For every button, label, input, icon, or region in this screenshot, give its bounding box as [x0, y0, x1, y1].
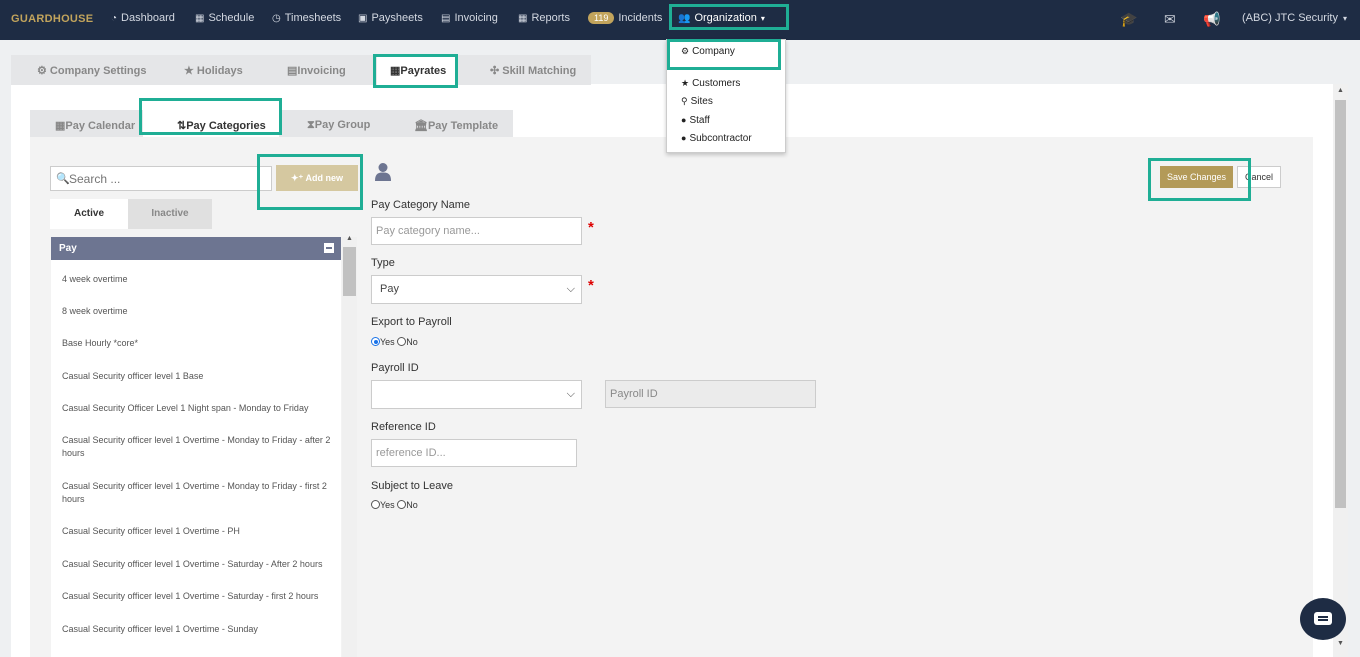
- hourglass-icon: ⧗: [307, 119, 315, 131]
- payroll-id-label: Payroll ID: [371, 362, 419, 374]
- leave-yes-radio[interactable]: [371, 500, 380, 509]
- money-icon: ▣: [358, 13, 368, 24]
- payroll-id-readonly: Payroll ID: [605, 380, 816, 408]
- list-item[interactable]: Base Hourly *core*: [62, 337, 332, 350]
- nav-dashboard[interactable]: ◔ Dashboard: [111, 12, 175, 24]
- search-field[interactable]: 🔍: [50, 166, 272, 191]
- tab-pay-calendar[interactable]: ▦Pay Calendar: [55, 119, 135, 132]
- chevron-down-icon: ⌵: [566, 388, 575, 400]
- highlight-add-new: [257, 154, 363, 210]
- payroll-id-select[interactable]: ⌵: [371, 380, 582, 409]
- map-marker-icon: ⚲: [681, 96, 688, 106]
- user-icon: ●: [681, 133, 687, 143]
- highlight-pay-categories: [139, 98, 282, 135]
- search-icon: 🔍: [56, 173, 70, 185]
- bank-icon: 🏛: [414, 120, 428, 132]
- highlight-payrates: [373, 54, 458, 88]
- highlight-save-changes: [1148, 158, 1251, 201]
- nav-invoicing[interactable]: ▤ Invoicing: [441, 12, 498, 24]
- pay-category-name-input[interactable]: Pay category name...: [371, 217, 582, 245]
- list-item[interactable]: Casual Security officer level 1 Base: [62, 370, 332, 383]
- menu-item-sites[interactable]: ⚲ Sites: [681, 96, 713, 107]
- type-select[interactable]: Pay ⌵: [371, 275, 582, 304]
- menu-item-subcontractor[interactable]: ● Subcontractor: [681, 133, 752, 144]
- export-payroll-label: Export to Payroll: [371, 316, 452, 328]
- list-item[interactable]: Casual Security officer level 1 Overtime…: [62, 623, 332, 636]
- graduation-cap-icon[interactable]: 🎓: [1120, 11, 1137, 28]
- table-icon: ▦: [518, 13, 528, 24]
- list-item[interactable]: Casual Security Officer Level 1 Night sp…: [62, 402, 332, 415]
- pay-category-list: Pay 4 week overtime 8 week overtime Base…: [51, 237, 341, 657]
- reference-id-label: Reference ID: [371, 421, 436, 433]
- list-icon: ▤: [287, 65, 298, 77]
- tab-pay-template[interactable]: 🏛Pay Template: [414, 119, 498, 132]
- tab-skill-matching[interactable]: ✣ Skill Matching: [490, 64, 576, 77]
- export-payroll-radios: Yes No: [371, 337, 418, 347]
- crosshair-icon: ✣: [490, 65, 503, 77]
- chevron-down-icon: ⌵: [566, 283, 575, 295]
- account-menu[interactable]: (ABC) JTC Security ▾: [1242, 12, 1347, 24]
- tab-holidays[interactable]: ★ Holidays: [184, 64, 243, 77]
- list-item[interactable]: Casual Security officer level 1 Overtime…: [62, 480, 332, 506]
- calendar-icon: ▦: [55, 120, 66, 132]
- incidents-badge: 119: [588, 12, 615, 24]
- filter-tab-active[interactable]: Active: [50, 199, 128, 229]
- tab-invoicing[interactable]: ▤Invoicing: [287, 64, 346, 77]
- filter-tab-inactive[interactable]: Inactive: [128, 199, 212, 229]
- collapse-icon[interactable]: [324, 243, 334, 253]
- nav-reports[interactable]: ▦ Reports: [518, 12, 570, 24]
- pay-category-name-label: Pay Category Name: [371, 199, 471, 211]
- scroll-up-icon[interactable]: ▲: [346, 235, 353, 242]
- list-item[interactable]: 8 week overtime: [62, 305, 332, 318]
- subject-leave-radios: Yes No: [371, 500, 418, 510]
- chat-widget[interactable]: [1300, 598, 1346, 640]
- caret-down-icon: ▾: [1342, 14, 1347, 23]
- export-yes-radio[interactable]: [371, 337, 380, 346]
- list-item[interactable]: 4 week overtime: [62, 273, 332, 286]
- list-group-header[interactable]: Pay: [51, 237, 341, 260]
- menu-item-customers[interactable]: ★ Customers: [681, 78, 740, 89]
- dashboard-icon: ◔: [111, 13, 118, 24]
- menu-item-staff[interactable]: ● Staff: [681, 115, 710, 126]
- list-item[interactable]: Casual Security officer level 1 Overtime…: [62, 525, 332, 538]
- leave-no-radio[interactable]: [397, 500, 407, 509]
- star-icon: ★: [184, 65, 197, 77]
- brand-logo[interactable]: GUARDHOUSE: [11, 13, 93, 25]
- list-item[interactable]: Casual Security officer level 1 Overtime…: [62, 558, 332, 571]
- list-item[interactable]: Casual Security officer level 1 Overtime…: [62, 590, 332, 603]
- highlight-organization: [669, 4, 789, 30]
- highlight-company: [667, 39, 781, 70]
- calendar-icon: ▦: [195, 13, 205, 24]
- clock-icon: ◷: [272, 13, 281, 24]
- gear-icon: ⚙: [37, 65, 50, 77]
- chat-icon: [1314, 612, 1332, 625]
- page-scrollbar-thumb[interactable]: [1335, 100, 1346, 508]
- user-icon: ●: [681, 115, 687, 125]
- tab-pay-group[interactable]: ⧗Pay Group: [307, 119, 370, 132]
- user-icon: [375, 163, 391, 181]
- required-marker: *: [588, 219, 594, 236]
- nav-paysheets[interactable]: ▣ Paysheets: [358, 12, 423, 24]
- invoice-icon: ▤: [441, 13, 451, 24]
- star-icon: ★: [681, 78, 690, 88]
- type-label: Type: [371, 257, 395, 269]
- nav-incidents[interactable]: 119 Incidents: [588, 12, 662, 24]
- subject-to-leave-label: Subject to Leave: [371, 480, 453, 492]
- scroll-up-icon[interactable]: ▲: [1337, 87, 1344, 94]
- search-input[interactable]: [69, 170, 259, 188]
- tab-company-settings[interactable]: ⚙ Company Settings: [37, 64, 147, 77]
- nav-schedule[interactable]: ▦ Schedule: [195, 12, 254, 24]
- required-marker: *: [588, 277, 594, 294]
- nav-timesheets[interactable]: ◷ Timesheets: [272, 12, 341, 24]
- list-item[interactable]: Casual Security officer level 1 Overtime…: [62, 434, 332, 460]
- list-scrollbar[interactable]: [342, 237, 357, 657]
- megaphone-icon[interactable]: 📢: [1203, 11, 1220, 28]
- envelope-icon[interactable]: ✉: [1164, 11, 1176, 28]
- list-scrollbar-thumb[interactable]: [343, 247, 356, 296]
- export-no-radio[interactable]: [397, 337, 407, 346]
- reference-id-input[interactable]: reference ID...: [371, 439, 577, 467]
- scroll-down-icon[interactable]: ▼: [1337, 640, 1344, 647]
